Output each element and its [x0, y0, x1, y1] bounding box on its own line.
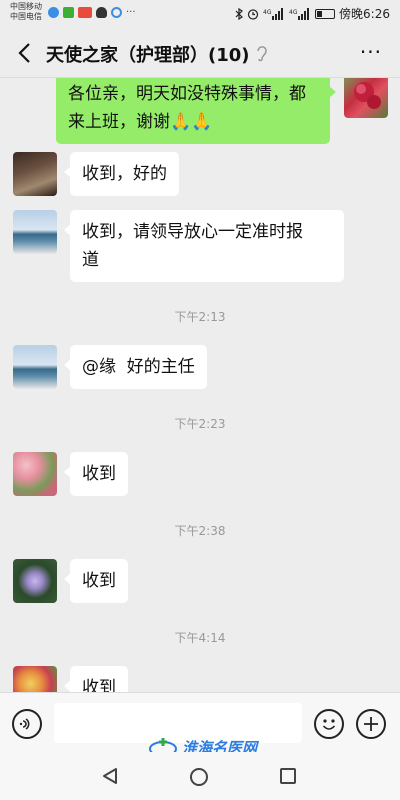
more-dots-icon[interactable]: ···	[360, 42, 382, 62]
battery-icon	[315, 8, 336, 19]
avatar[interactable]	[13, 152, 57, 196]
carrier-info: 中国移动 中国电信	[10, 2, 42, 22]
message-text: 道	[82, 250, 99, 270]
timestamp: 下午4:14	[174, 631, 226, 645]
message-text: 来上班，谢谢🙏🙏	[68, 112, 213, 132]
back-arrow-icon[interactable]	[14, 40, 38, 66]
message-text: 收到	[82, 678, 116, 692]
status-right: 4G 4G 傍晚6:26	[235, 5, 390, 22]
nav-back-icon[interactable]	[100, 766, 120, 786]
svg-text:4G: 4G	[263, 9, 272, 16]
notification-icons: ···	[48, 7, 136, 18]
message-bubble[interactable]: 收到	[64, 452, 128, 496]
qq-icon	[96, 7, 107, 18]
message-bubble-self[interactable]: 各位亲，明天如没特殊事情，都 来上班，谢谢🙏🙏	[56, 78, 336, 144]
chat-area[interactable]: 各位亲，明天如没特殊事情，都 来上班，谢谢🙏🙏 收到，好的 收到，请领导放心一定…	[0, 78, 400, 692]
status-bar: 中国移动 中国电信 ··· 4G 4G 傍晚6:26	[0, 0, 400, 28]
avatar[interactable]	[13, 345, 57, 389]
message-text: 各位亲，明天如没特殊事情，都	[68, 84, 306, 104]
timestamp: 下午2:38	[174, 524, 226, 538]
nav-recent-icon[interactable]	[280, 768, 296, 784]
voice-icon[interactable]	[12, 709, 42, 739]
chat-title: 天使之家（护理部）(10)	[46, 45, 250, 66]
alarm-icon	[247, 8, 259, 20]
message-bubble[interactable]: 收到，好的	[64, 152, 179, 196]
bluetooth-icon	[235, 7, 243, 20]
message-text: @缘 好的主任	[82, 357, 195, 377]
avatar[interactable]	[13, 666, 57, 692]
avatar[interactable]	[13, 452, 57, 496]
clock: 傍晚6:26	[339, 7, 390, 21]
plus-icon[interactable]	[356, 709, 386, 739]
news-icon	[78, 7, 92, 18]
message-text: 收到，请领导放心一定准时报	[82, 222, 303, 242]
message-bubble[interactable]: 收到	[64, 666, 128, 692]
signal-icon-2: 4G	[289, 7, 310, 20]
carrier-1: 中国移动	[10, 2, 42, 11]
system-nav-bar	[0, 752, 400, 800]
avatar[interactable]	[13, 210, 57, 254]
message-bubble[interactable]: 收到	[64, 559, 128, 603]
avatar[interactable]	[13, 559, 57, 603]
chat-header: 天使之家（护理部）(10) ···	[0, 28, 400, 78]
carrier-2: 中国电信	[10, 12, 42, 21]
message-text: 收到	[82, 571, 116, 591]
timestamp: 下午2:13	[174, 310, 226, 324]
message-bubble[interactable]: @缘 好的主任	[64, 345, 207, 389]
signal-icon-1: 4G	[263, 7, 284, 20]
message-text: 收到	[82, 464, 116, 484]
ear-icon	[257, 46, 267, 62]
app-icon	[111, 7, 122, 18]
message-text: 收到，好的	[82, 164, 167, 184]
wechat-icon	[63, 7, 74, 18]
avatar-self[interactable]	[344, 78, 388, 118]
svg-text:4G: 4G	[289, 9, 298, 16]
more-notifications-icon: ···	[126, 7, 136, 18]
timestamp: 下午2:23	[174, 417, 226, 431]
emoji-icon[interactable]	[314, 709, 344, 739]
nav-home-icon[interactable]	[190, 768, 208, 786]
message-bubble[interactable]: 收到，请领导放心一定准时报 道	[64, 210, 344, 282]
weibo-icon	[48, 7, 59, 18]
